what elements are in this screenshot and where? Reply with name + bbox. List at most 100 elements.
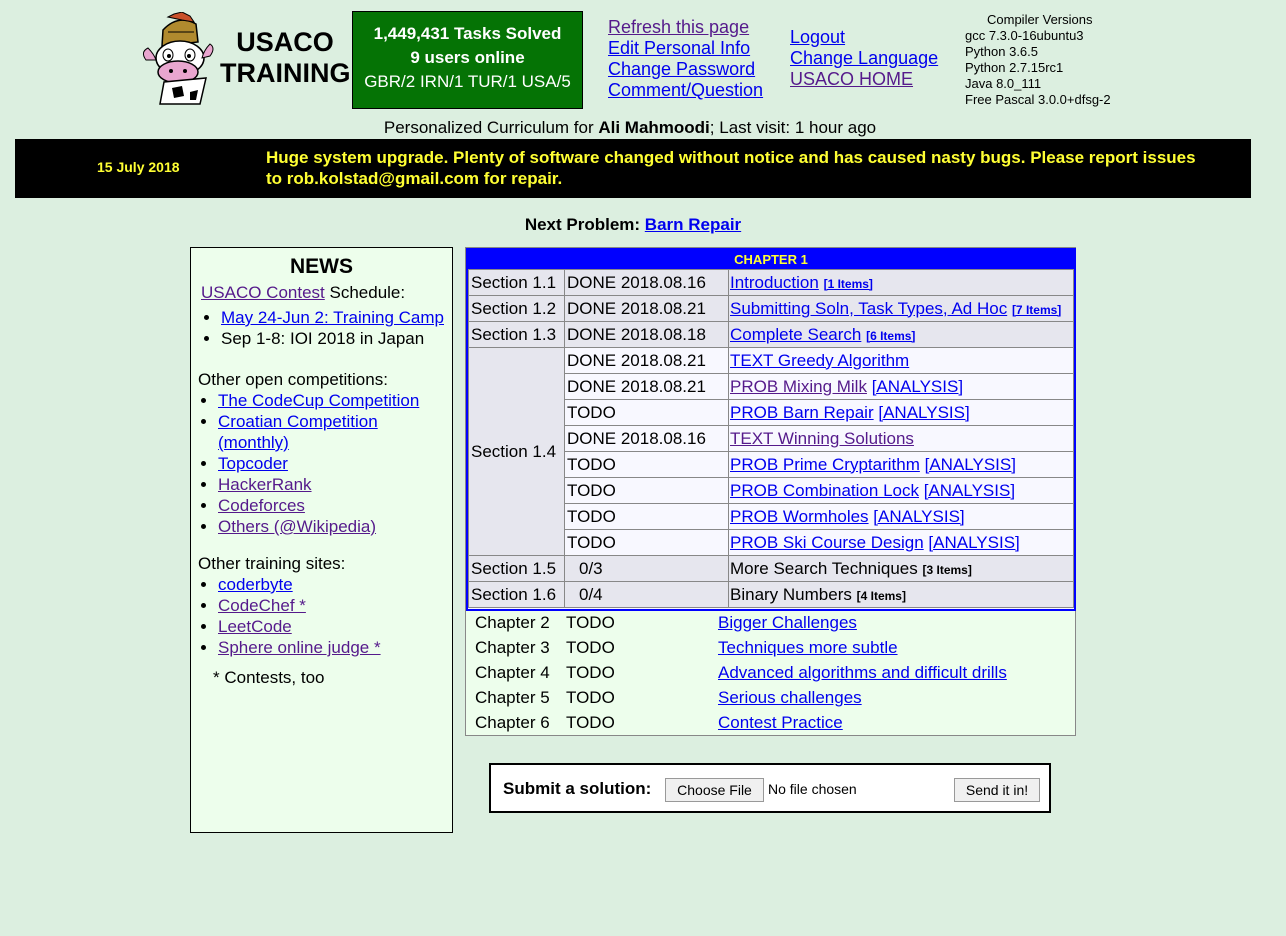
- compiler-item: Free Pascal 3.0.0+dfsg-2: [965, 92, 1111, 107]
- training-site-link[interactable]: LeetCode: [218, 617, 292, 636]
- compiler-item: gcc 7.3.0-16ubuntu3: [965, 28, 1084, 43]
- status-cell: DONE 2018.08.18: [564, 321, 729, 348]
- analysis-link[interactable]: [ANALYSIS]: [924, 481, 1015, 500]
- list-item: Croatian Competition (monthly): [218, 411, 452, 453]
- competition-link[interactable]: Croatian Competition (monthly): [218, 412, 378, 452]
- list-item: Codeforces: [218, 495, 452, 516]
- table-row: Section 1.4 DONE 2018.08.21 TEXT Greedy …: [468, 347, 1074, 556]
- logo-line-2: TRAINING: [220, 58, 351, 88]
- section-link[interactable]: Submitting Soln, Task Types, Ad Hoc: [730, 299, 1007, 318]
- lesson-link[interactable]: TEXT Winning Solutions: [730, 429, 914, 448]
- analysis-link[interactable]: [ANALYSIS]: [873, 507, 964, 526]
- analysis-link[interactable]: [ANALYSIS]: [878, 403, 969, 422]
- logout-link[interactable]: Logout: [790, 27, 938, 48]
- next-problem: Next Problem: Barn Repair: [0, 215, 1266, 235]
- training-site-link[interactable]: Sphere online judge *: [218, 638, 381, 657]
- analysis-link[interactable]: [ANALYSIS]: [925, 455, 1016, 474]
- competition-link[interactable]: Codeforces: [218, 496, 305, 515]
- choose-file-button[interactable]: Choose File: [665, 778, 764, 802]
- contest-schedule: USACO Contest Schedule:: [191, 282, 452, 303]
- change-language-link[interactable]: Change Language: [790, 48, 938, 69]
- list-item: May 24-Jun 2: Training Camp: [221, 307, 452, 328]
- competition-link[interactable]: Topcoder: [218, 454, 288, 473]
- chapter-label: Chapter 2: [475, 613, 550, 632]
- send-button[interactable]: Send it in!: [954, 778, 1040, 802]
- training-site-link[interactable]: CodeChef *: [218, 596, 306, 615]
- table-row: Section 1.6 0/4 Binary Numbers [4 Items]: [468, 581, 1074, 608]
- list-item: Sep 1-8: IOI 2018 in Japan: [221, 328, 452, 349]
- chapter-status: TODO: [566, 613, 615, 632]
- problem-link[interactable]: PROB Barn Repair: [730, 403, 874, 422]
- problem-link[interactable]: PROB Wormholes: [730, 507, 869, 526]
- last-visit: ; Last visit: 1 hour ago: [709, 118, 877, 137]
- training-camp-link[interactable]: May 24-Jun 2: Training Camp: [221, 308, 444, 327]
- chapter-1-header: CHAPTER 1: [468, 250, 1074, 269]
- list-item: Others (@Wikipedia): [218, 516, 452, 537]
- news-title: NEWS: [290, 255, 353, 278]
- items-link[interactable]: [1 Items]: [824, 277, 873, 291]
- title-cell: PROB Barn Repair [ANALYSIS]: [728, 399, 1074, 426]
- compiler-item: Python 3.6.5: [965, 44, 1038, 59]
- competition-link[interactable]: The CodeCup Competition: [218, 391, 419, 410]
- users-online: 9 users online: [410, 48, 525, 67]
- stats-box: 1,449,431 Tasks Solved 9 users online GB…: [352, 11, 583, 109]
- next-problem-label: Next Problem:: [524, 215, 645, 234]
- analysis-link[interactable]: [ANALYSIS]: [928, 533, 1019, 552]
- compiler-item: Python 2.7.15rc1: [965, 60, 1064, 75]
- title-cell: TEXT Greedy Algorithm: [728, 347, 1074, 374]
- status-cell: TODO: [564, 399, 729, 426]
- section-cell: Section 1.5: [468, 555, 565, 582]
- title-cell: Introduction [1 Items]: [728, 269, 1074, 296]
- comment-question-link[interactable]: Comment/Question: [608, 80, 763, 101]
- problem-link[interactable]: PROB Prime Cryptarithm: [730, 455, 920, 474]
- chapter-label: Chapter 5: [475, 688, 550, 707]
- analysis-link[interactable]: [ANALYSIS]: [872, 377, 963, 396]
- title-cell: More Search Techniques [3 Items]: [728, 555, 1074, 582]
- curriculum-line: Personalized Curriculum for Ali Mahmoodi…: [0, 118, 1260, 138]
- chapter-row: Chapter 4 TODO Advanced algorithms and d…: [466, 660, 1072, 685]
- training-sites-list: coderbyte CodeChef * LeetCode Sphere onl…: [191, 574, 452, 658]
- chapter-link[interactable]: Serious challenges: [718, 685, 862, 710]
- section-link[interactable]: Introduction: [730, 273, 819, 292]
- problem-link[interactable]: PROB Combination Lock: [730, 481, 919, 500]
- chapter-link[interactable]: Techniques more subtle: [718, 635, 898, 660]
- problem-link[interactable]: PROB Ski Course Design: [730, 533, 924, 552]
- status-cell: DONE 2018.08.16: [564, 269, 729, 296]
- chapter-status: TODO: [566, 638, 615, 657]
- items-count: [4 Items]: [856, 588, 906, 603]
- change-password-link[interactable]: Change Password: [608, 59, 763, 80]
- file-status: No file chosen: [768, 781, 857, 797]
- contests-footnote: * Contests, too: [213, 668, 325, 687]
- chapter-link[interactable]: Advanced algorithms and difficult drills: [718, 660, 1007, 685]
- country-counts: GBR/2 IRN/1 TUR/1 USA/5: [364, 72, 571, 91]
- competition-link[interactable]: Others (@Wikipedia): [218, 517, 376, 536]
- usaco-home-link[interactable]: USACO HOME: [790, 69, 938, 90]
- refresh-link[interactable]: Refresh this page: [608, 17, 763, 38]
- tasks-solved: 1,449,431 Tasks Solved: [373, 24, 562, 43]
- list-item: CodeChef *: [218, 595, 452, 616]
- training-site-link[interactable]: coderbyte: [218, 575, 293, 594]
- title-cell: PROB Ski Course Design [ANALYSIS]: [728, 529, 1074, 556]
- competition-link[interactable]: HackerRank: [218, 475, 312, 494]
- chapter-label: Chapter 4: [475, 663, 550, 682]
- items-link[interactable]: [7 Items]: [1012, 303, 1061, 317]
- competitions-list: The CodeCup Competition Croatian Competi…: [191, 390, 452, 537]
- next-problem-link[interactable]: Barn Repair: [645, 215, 741, 234]
- section-cell: Section 1.1: [468, 269, 565, 296]
- user-name: Ali Mahmoodi: [598, 118, 710, 137]
- edit-personal-info-link[interactable]: Edit Personal Info: [608, 38, 763, 59]
- lesson-link[interactable]: TEXT Greedy Algorithm: [730, 351, 909, 370]
- chapter-link[interactable]: Contest Practice: [718, 710, 843, 735]
- section-link[interactable]: Complete Search: [730, 325, 861, 344]
- items-link[interactable]: [6 Items]: [866, 329, 915, 343]
- title-cell: PROB Prime Cryptarithm [ANALYSIS]: [728, 451, 1074, 478]
- title-cell: Submitting Soln, Task Types, Ad Hoc [7 I…: [728, 295, 1074, 322]
- chapter-link[interactable]: Bigger Challenges: [718, 610, 857, 635]
- other-competitions-title: Other open competitions:: [198, 370, 388, 389]
- section-title: Binary Numbers: [730, 584, 852, 604]
- usaco-contest-link[interactable]: USACO Contest: [201, 283, 325, 302]
- problem-link[interactable]: PROB Mixing Milk: [730, 377, 867, 396]
- status-cell: DONE 2018.08.21: [564, 373, 729, 400]
- status-cell: TODO: [564, 503, 729, 530]
- list-item: The CodeCup Competition: [218, 390, 452, 411]
